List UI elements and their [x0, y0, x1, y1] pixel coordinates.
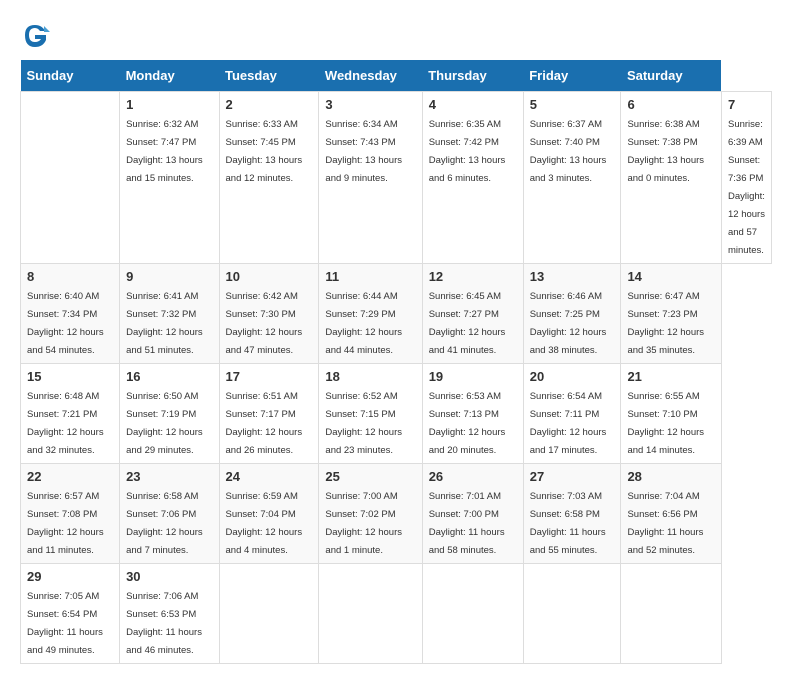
calendar-week-3: 15Sunrise: 6:48 AMSunset: 7:21 PMDayligh…: [21, 364, 772, 464]
calendar-day-26: 26Sunrise: 7:01 AMSunset: 7:00 PMDayligh…: [422, 464, 523, 564]
calendar-week-2: 8Sunrise: 6:40 AMSunset: 7:34 PMDaylight…: [21, 264, 772, 364]
calendar-header-row: SundayMondayTuesdayWednesdayThursdayFrid…: [21, 60, 772, 92]
calendar-day-7: 7Sunrise: 6:39 AMSunset: 7:36 PMDaylight…: [721, 92, 771, 264]
calendar-day-13: 13Sunrise: 6:46 AMSunset: 7:25 PMDayligh…: [523, 264, 621, 364]
empty-cell: [219, 564, 319, 664]
calendar-day-10: 10Sunrise: 6:42 AMSunset: 7:30 PMDayligh…: [219, 264, 319, 364]
day-header-saturday: Saturday: [621, 60, 722, 92]
calendar-day-5: 5Sunrise: 6:37 AMSunset: 7:40 PMDaylight…: [523, 92, 621, 264]
calendar-day-3: 3Sunrise: 6:34 AMSunset: 7:43 PMDaylight…: [319, 92, 422, 264]
calendar-day-1: 1Sunrise: 6:32 AMSunset: 7:47 PMDaylight…: [120, 92, 219, 264]
logo-icon: [20, 20, 50, 50]
calendar-day-8: 8Sunrise: 6:40 AMSunset: 7:34 PMDaylight…: [21, 264, 120, 364]
calendar-day-21: 21Sunrise: 6:55 AMSunset: 7:10 PMDayligh…: [621, 364, 722, 464]
calendar-day-23: 23Sunrise: 6:58 AMSunset: 7:06 PMDayligh…: [120, 464, 219, 564]
calendar-day-16: 16Sunrise: 6:50 AMSunset: 7:19 PMDayligh…: [120, 364, 219, 464]
calendar-day-12: 12Sunrise: 6:45 AMSunset: 7:27 PMDayligh…: [422, 264, 523, 364]
calendar-day-6: 6Sunrise: 6:38 AMSunset: 7:38 PMDaylight…: [621, 92, 722, 264]
calendar-week-5: 29Sunrise: 7:05 AMSunset: 6:54 PMDayligh…: [21, 564, 772, 664]
empty-cell: [621, 564, 722, 664]
calendar-day-15: 15Sunrise: 6:48 AMSunset: 7:21 PMDayligh…: [21, 364, 120, 464]
calendar-day-4: 4Sunrise: 6:35 AMSunset: 7:42 PMDaylight…: [422, 92, 523, 264]
calendar-week-4: 22Sunrise: 6:57 AMSunset: 7:08 PMDayligh…: [21, 464, 772, 564]
calendar-day-30: 30Sunrise: 7:06 AMSunset: 6:53 PMDayligh…: [120, 564, 219, 664]
day-header-wednesday: Wednesday: [319, 60, 422, 92]
day-header-thursday: Thursday: [422, 60, 523, 92]
calendar-day-27: 27Sunrise: 7:03 AMSunset: 6:58 PMDayligh…: [523, 464, 621, 564]
day-header-monday: Monday: [120, 60, 219, 92]
day-header-friday: Friday: [523, 60, 621, 92]
calendar-day-18: 18Sunrise: 6:52 AMSunset: 7:15 PMDayligh…: [319, 364, 422, 464]
logo: [20, 20, 54, 50]
calendar-day-11: 11Sunrise: 6:44 AMSunset: 7:29 PMDayligh…: [319, 264, 422, 364]
calendar-day-9: 9Sunrise: 6:41 AMSunset: 7:32 PMDaylight…: [120, 264, 219, 364]
empty-cell: [319, 564, 422, 664]
calendar-day-22: 22Sunrise: 6:57 AMSunset: 7:08 PMDayligh…: [21, 464, 120, 564]
calendar-table: SundayMondayTuesdayWednesdayThursdayFrid…: [20, 60, 772, 664]
calendar-day-19: 19Sunrise: 6:53 AMSunset: 7:13 PMDayligh…: [422, 364, 523, 464]
day-header-tuesday: Tuesday: [219, 60, 319, 92]
calendar-day-20: 20Sunrise: 6:54 AMSunset: 7:11 PMDayligh…: [523, 364, 621, 464]
empty-cell: [21, 92, 120, 264]
calendar-day-24: 24Sunrise: 6:59 AMSunset: 7:04 PMDayligh…: [219, 464, 319, 564]
page-header: [20, 20, 772, 50]
calendar-day-29: 29Sunrise: 7:05 AMSunset: 6:54 PMDayligh…: [21, 564, 120, 664]
day-header-sunday: Sunday: [21, 60, 120, 92]
empty-cell: [422, 564, 523, 664]
calendar-week-1: 1Sunrise: 6:32 AMSunset: 7:47 PMDaylight…: [21, 92, 772, 264]
calendar-day-25: 25Sunrise: 7:00 AMSunset: 7:02 PMDayligh…: [319, 464, 422, 564]
calendar-day-28: 28Sunrise: 7:04 AMSunset: 6:56 PMDayligh…: [621, 464, 722, 564]
calendar-day-17: 17Sunrise: 6:51 AMSunset: 7:17 PMDayligh…: [219, 364, 319, 464]
calendar-day-14: 14Sunrise: 6:47 AMSunset: 7:23 PMDayligh…: [621, 264, 722, 364]
calendar-day-2: 2Sunrise: 6:33 AMSunset: 7:45 PMDaylight…: [219, 92, 319, 264]
empty-cell: [523, 564, 621, 664]
